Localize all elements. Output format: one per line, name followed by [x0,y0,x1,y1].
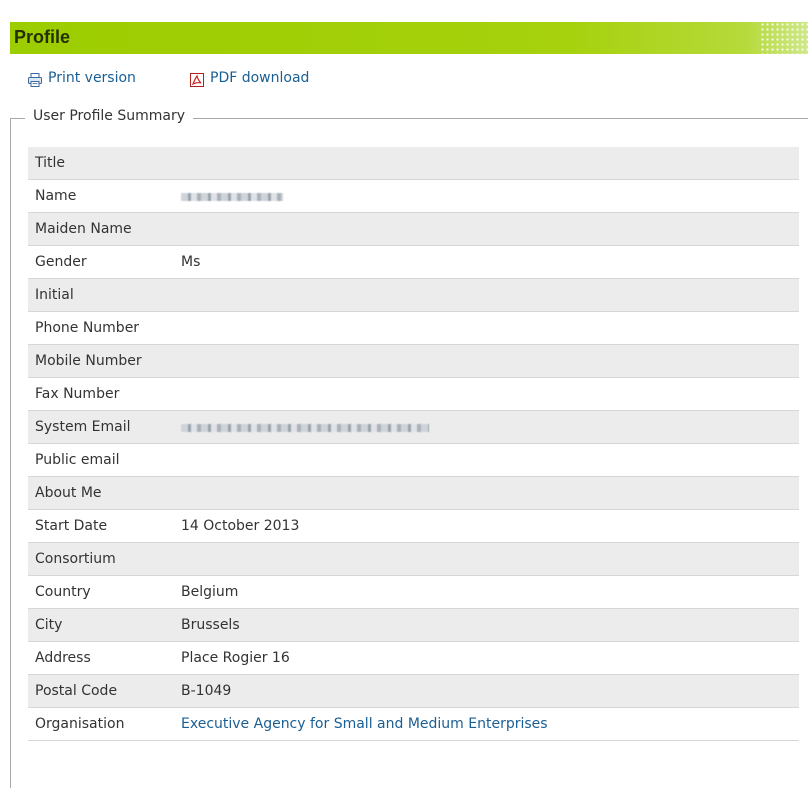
redacted-email [181,424,429,432]
row-about-me: About Me [28,477,799,510]
organisation-link[interactable]: Executive Agency for Small and Medium En… [181,716,548,732]
row-mobile-number: Mobile Number [28,345,799,378]
field-label: Public email [35,452,120,468]
row-maiden-name: Maiden Name [28,213,799,246]
row-gender: Gender Ms [28,246,799,279]
field-value: 14 October 2013 [181,518,300,534]
field-label: Consortium [35,551,116,567]
field-label: Postal Code [35,683,118,699]
field-value: Belgium [181,584,239,600]
row-address: Address Place Rogier 16 [28,642,799,675]
row-city: City Brussels [28,609,799,642]
field-label: Title [35,155,66,171]
row-consortium: Consortium [28,543,799,576]
row-fax-number: Fax Number [28,378,799,411]
row-postal-code: Postal Code B-1049 [28,675,799,708]
field-label: Organisation [35,716,125,732]
field-label: System Email [35,419,131,435]
row-initial: Initial [28,279,799,312]
field-value: Place Rogier 16 [181,650,290,666]
field-label: Name [35,188,77,204]
field-value: Brussels [181,617,240,633]
field-value: Ms [181,254,201,270]
row-title: Title [28,147,799,180]
summary-legend: User Profile Summary [25,108,193,124]
field-label: Fax Number [35,386,120,402]
field-label: Start Date [35,518,108,534]
field-label: City [35,617,63,633]
pdf-download-label: PDF download [210,70,310,86]
user-profile-summary: User Profile Summary Title Name Maiden N… [10,108,808,788]
row-organisation: Organisation Executive Agency for Small … [28,708,799,741]
row-name: Name [28,180,799,213]
row-country: Country Belgium [28,576,799,609]
field-label: Gender [35,254,87,270]
profile-table: Title Name Maiden Name Gender Ms Initial… [28,147,799,741]
row-system-email: System Email [28,411,799,444]
print-version-label: Print version [48,70,136,86]
field-label: About Me [35,485,102,501]
pdf-icon [189,72,205,92]
page-title: Profile [14,27,71,47]
field-label: Address [35,650,91,666]
row-start-date: Start Date 14 October 2013 [28,510,799,543]
top-strip [0,0,808,22]
field-label: Country [35,584,91,600]
printer-icon [27,72,43,92]
profile-header: Profile [10,22,808,54]
field-label: Mobile Number [35,353,142,369]
field-label: Initial [35,287,74,303]
field-label: Maiden Name [35,221,132,237]
redacted-name [181,193,283,201]
header-decoration [760,22,808,54]
row-public-email: Public email [28,444,799,477]
row-phone-number: Phone Number [28,312,799,345]
field-label: Phone Number [35,320,140,336]
field-value: B-1049 [181,683,232,699]
